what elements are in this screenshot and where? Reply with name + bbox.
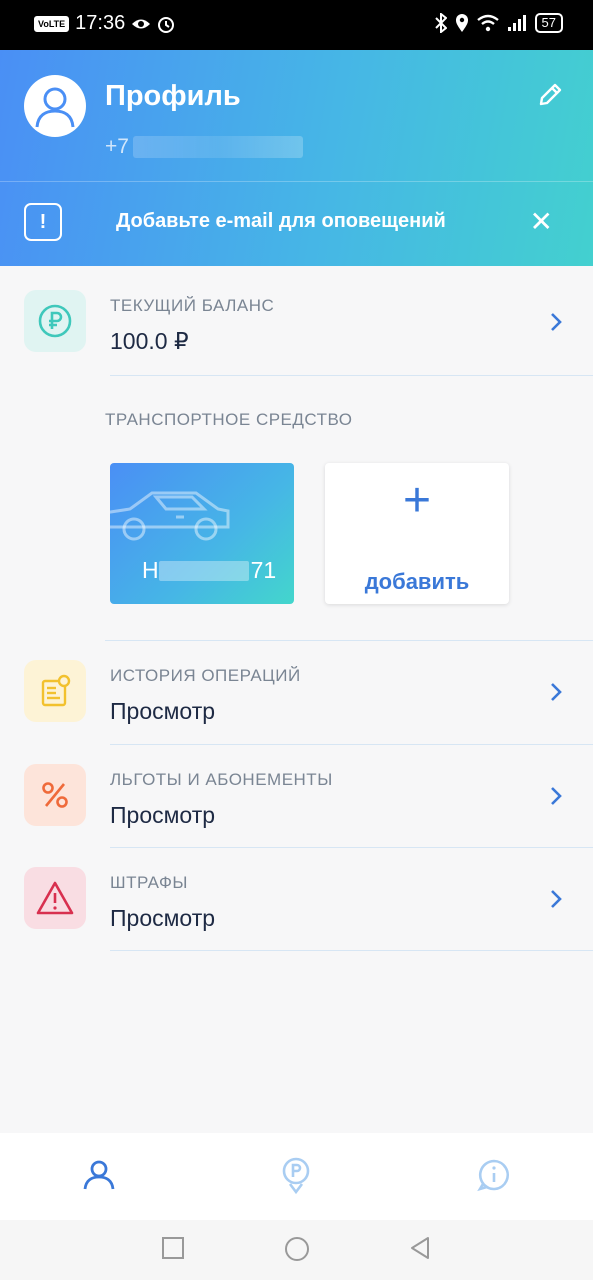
eye-icon (132, 19, 151, 28)
info-tab-icon[interactable] (474, 1155, 514, 1195)
user-avatar-icon (35, 87, 75, 128)
volte-icon: VoLTE (34, 15, 70, 32)
divider (110, 950, 593, 951)
balance-value: 100.0 ₽ (110, 328, 189, 354)
bottom-nav (0, 1133, 593, 1220)
home-icon[interactable] (284, 1236, 310, 1262)
location-icon (455, 14, 468, 32)
status-time: 17:36 (75, 12, 126, 34)
phone-redacted (132, 136, 303, 158)
signal-icon (507, 15, 526, 31)
fines-value: Просмотр (110, 905, 216, 931)
battery-indicator: 57 (534, 13, 563, 33)
chevron-right-icon (551, 787, 562, 805)
close-icon[interactable]: ✕ (530, 208, 553, 236)
wifi-icon (476, 14, 499, 32)
history-value: Просмотр (110, 698, 216, 724)
car-icon (110, 491, 230, 541)
fines-row[interactable]: ШТРАФЫ Просмотр (0, 867, 593, 967)
fines-label: ШТРАФЫ (110, 873, 188, 892)
recent-apps-icon[interactable] (161, 1236, 185, 1260)
plate-start: Н (142, 557, 159, 583)
phone-prefix: +7 (105, 135, 129, 158)
system-nav-bar (0, 1220, 593, 1280)
benefits-label: ЛЬГОТЫ И АБОНЕМЕНТЫ (110, 770, 333, 789)
fines-icon-badge (24, 867, 86, 929)
ruble-icon (38, 304, 72, 338)
phone-number: +7 (105, 135, 303, 159)
vehicle-card[interactable]: Н 71 (110, 463, 294, 604)
avatar[interactable] (24, 75, 86, 137)
divider (110, 375, 593, 376)
profile-tab-icon[interactable] (79, 1155, 119, 1195)
receipt-icon (41, 674, 71, 707)
plate-end: 71 (250, 557, 277, 583)
parking-map-tab-icon[interactable] (276, 1155, 316, 1195)
history-row[interactable]: ИСТОРИЯ ОПЕРАЦИЙ Просмотр (0, 660, 593, 760)
add-vehicle-button[interactable]: + добавить (325, 463, 509, 604)
ruble-icon-badge (24, 290, 86, 352)
divider (105, 640, 593, 641)
plate-redacted (158, 560, 249, 581)
vehicles-title: ТРАНСПОРТНОЕ СРЕДСТВО (105, 410, 353, 429)
vehicle-plate: Н 71 (142, 557, 276, 584)
alert-icon: ! (24, 203, 62, 241)
history-label: ИСТОРИЯ ОПЕРАЦИЙ (110, 666, 301, 685)
bluetooth-icon (434, 13, 447, 33)
status-bar: VoLTE 17:36 57 (0, 0, 593, 50)
balance-label: ТЕКУЩИЙ БАЛАНС (110, 296, 275, 315)
warning-icon (36, 881, 74, 915)
edit-pencil-icon[interactable] (535, 80, 565, 110)
notice-text: Добавьте e-mail для оповещений (116, 210, 446, 232)
chevron-right-icon (551, 313, 562, 331)
add-vehicle-label: добавить (364, 569, 470, 594)
divider (110, 847, 593, 848)
benefits-row[interactable]: ЛЬГОТЫ И АБОНЕМЕНТЫ Просмотр (0, 764, 593, 864)
benefits-icon-badge (24, 764, 86, 826)
back-icon[interactable] (408, 1236, 432, 1260)
plus-icon: + (402, 474, 432, 527)
percent-icon (42, 782, 68, 808)
chevron-right-icon (551, 683, 562, 701)
alarm-icon (158, 16, 175, 33)
chevron-right-icon (551, 890, 562, 908)
email-notice-banner[interactable]: ! Добавьте e-mail для оповещений ✕ (0, 181, 593, 266)
benefits-value: Просмотр (110, 802, 216, 828)
divider (110, 744, 593, 745)
profile-header: Профиль +7 ! Добавьте e-mail для оповеще… (0, 50, 593, 266)
history-icon-badge (24, 660, 86, 722)
page-title: Профиль (105, 80, 241, 112)
